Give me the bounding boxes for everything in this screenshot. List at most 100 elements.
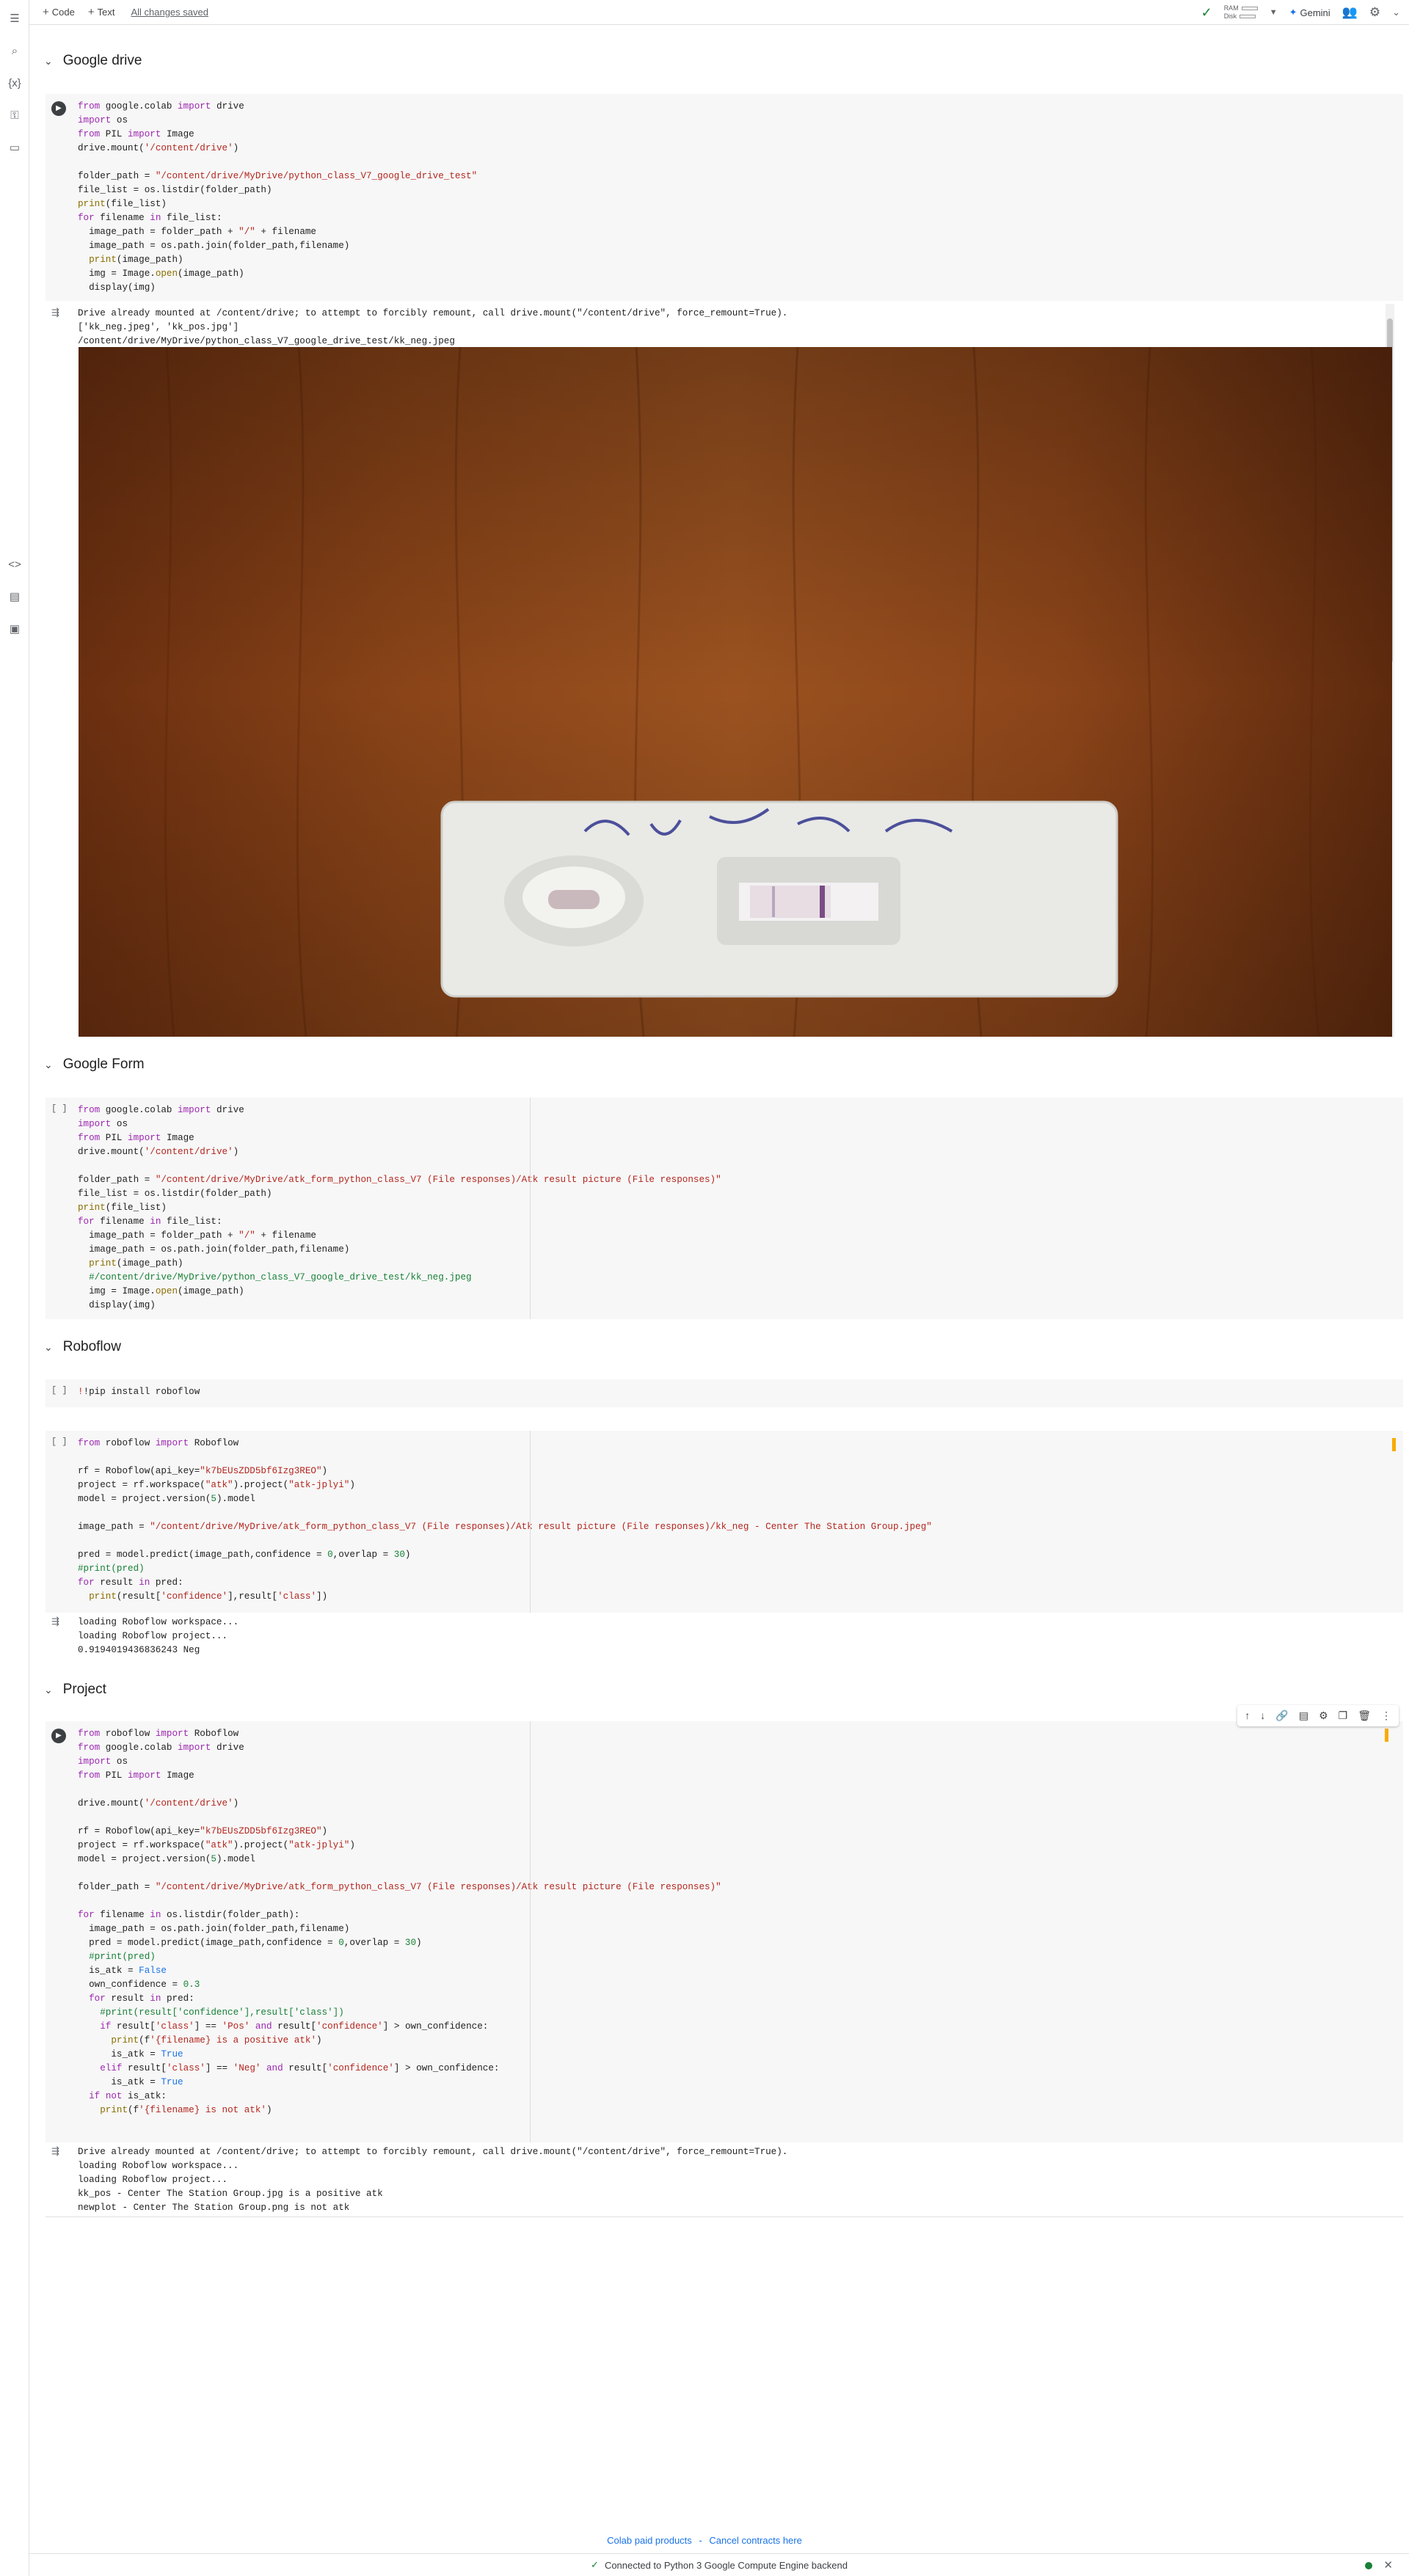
- code-line: #print(pred): [78, 1952, 156, 1962]
- code-line: print(image_path): [89, 1258, 183, 1269]
- code-line: display(img): [78, 282, 156, 293]
- code-line: image_path = folder_path + "/" + filenam…: [78, 227, 316, 237]
- runtime-dropdown-icon[interactable]: ▼: [1270, 8, 1278, 17]
- more-options-icon[interactable]: ⋮: [1381, 1710, 1391, 1722]
- folder-icon[interactable]: ▭: [7, 141, 22, 156]
- code-line: newplot - Center The Station Group.png i…: [78, 2203, 350, 2213]
- output-text: Drive already mounted at /content/drive;…: [78, 2145, 787, 2215]
- output-text: loading Roboflow workspace... loading Rob…: [78, 1616, 239, 1657]
- code-line: if result['class'] == 'Pos' and result['…: [100, 2021, 489, 2032]
- code-editor[interactable]: from google.colab import drive import os f…: [78, 100, 477, 295]
- resource-monitor[interactable]: RAM Disk: [1224, 4, 1258, 21]
- code-line: is_atk = True: [78, 2049, 183, 2059]
- code-editor[interactable]: from google.colab import drive import os f…: [78, 1103, 721, 1313]
- code-line: #print(pred): [78, 1564, 145, 1574]
- link-icon[interactable]: 🔗: [1275, 1710, 1288, 1722]
- code-line: #print(result['confidence'],result['clas…: [78, 2007, 344, 2018]
- code-line: drive.mount('/content/drive'): [78, 143, 239, 153]
- code-line: for filename in file_list:: [78, 1216, 222, 1227]
- close-icon[interactable]: ✕: [1383, 2558, 1393, 2572]
- comment-icon[interactable]: ▤: [1299, 1710, 1308, 1722]
- move-up-icon[interactable]: ↑: [1245, 1710, 1250, 1722]
- save-status[interactable]: All changes saved: [131, 7, 208, 18]
- paid-products-link[interactable]: Colab paid products: [607, 2535, 692, 2546]
- code-line: model = project.version(5).model: [78, 1854, 255, 1864]
- code-line: for filename in os.listdir(folder_path):: [78, 1910, 300, 1920]
- output-actions-icon[interactable]: ⇶: [51, 307, 59, 318]
- terminal-icon[interactable]: ▣: [7, 622, 22, 637]
- gemini-button[interactable]: ✦ Gemini: [1289, 7, 1330, 18]
- left-rail: ☰ ⌕ {x} ⚿ ▭ <> ▤ ▣: [0, 0, 29, 2576]
- cancel-contracts-link[interactable]: Cancel contracts here: [709, 2535, 801, 2546]
- section-google-form[interactable]: ⌄ Google Form: [44, 1057, 145, 1073]
- cell-settings-gear-icon[interactable]: ⚙: [1319, 1710, 1328, 1722]
- code-cell-pip[interactable]: [ ] !!pip install roboflow: [45, 1379, 1403, 1407]
- table-of-contents-icon[interactable]: ☰: [7, 12, 22, 26]
- mirror-cell-icon[interactable]: ❐: [1339, 1710, 1348, 1722]
- code-cell-form[interactable]: [ ] from google.colab import drive import…: [45, 1098, 1403, 1319]
- chevron-down-icon[interactable]: ⌄: [44, 55, 53, 67]
- run-cell-button[interactable]: [ ]: [51, 1385, 68, 1395]
- code-line: import os: [78, 1756, 128, 1767]
- run-cell-button[interactable]: [ ]: [51, 1103, 68, 1114]
- code-line: ['kk_neg.jpeg', 'kk_pos.jpg']: [78, 322, 239, 332]
- run-cell-button[interactable]: ▶: [51, 1729, 66, 1743]
- code-editor[interactable]: from roboflow import Roboflow from google…: [78, 1727, 721, 2117]
- code-editor[interactable]: !!pip install roboflow: [78, 1385, 200, 1399]
- output-roboflow: ⇶ loading Roboflow workspace... loading R…: [45, 1613, 1403, 1661]
- output-actions-icon[interactable]: ⇶: [51, 2145, 59, 2157]
- move-down-icon[interactable]: ↓: [1260, 1710, 1265, 1722]
- code-cell-drive[interactable]: ▶ from google.colab import drive import o…: [45, 94, 1403, 301]
- share-people-icon[interactable]: 👥: [1342, 5, 1358, 20]
- code-cell-roboflow[interactable]: [ ] from roboflow import Roboflow rf = R…: [45, 1431, 1403, 1613]
- status-bar: ✓ Connected to Python 3 Google Compute E…: [29, 2553, 1409, 2576]
- code-line: model = project.version(5).model: [78, 1494, 255, 1504]
- output-actions-icon[interactable]: ⇶: [51, 1616, 59, 1627]
- sparkle-icon: ✦: [1289, 7, 1297, 18]
- notebook-toolbar: + Code + Text All changes saved ✓ RAM Disk…: [29, 0, 1409, 25]
- code-line: Drive already mounted at /content/drive;…: [78, 308, 788, 318]
- run-cell-button[interactable]: ▶: [51, 101, 66, 116]
- section-roboflow[interactable]: ⌄ Roboflow: [44, 1339, 121, 1355]
- code-line: print(f'{filename} is a positive atk'): [111, 2035, 322, 2046]
- search-icon[interactable]: ⌕: [7, 44, 22, 59]
- code-line: Drive already mounted at /content/drive;…: [78, 2147, 788, 2157]
- code-line: is_atk = False: [78, 1966, 167, 1976]
- chevron-down-icon[interactable]: ⌄: [44, 1341, 53, 1354]
- code-editor[interactable]: from roboflow import Roboflow rf = Robof…: [78, 1437, 932, 1604]
- chevron-down-icon[interactable]: ⌄: [44, 1684, 53, 1696]
- chevron-down-icon[interactable]: ⌄: [44, 1059, 53, 1071]
- code-line: is_atk = True: [78, 2077, 183, 2087]
- code-line: project = rf.workspace("atk").project("a…: [78, 1480, 355, 1490]
- code-line: file_list = os.listdir(folder_path): [78, 185, 272, 195]
- secrets-key-icon[interactable]: ⚿: [7, 109, 22, 123]
- code-line: project = rf.workspace("atk").project("a…: [78, 1840, 355, 1850]
- command-palette-icon[interactable]: ▤: [7, 590, 22, 605]
- code-cell-project[interactable]: ▶ from roboflow import Roboflow from goog…: [45, 1721, 1403, 2142]
- collapse-chevron-icon[interactable]: ⌄: [1392, 7, 1400, 18]
- plus-icon: +: [43, 6, 49, 18]
- run-cell-button[interactable]: [ ]: [51, 1437, 68, 1447]
- code-line: image_path = os.path.join(folder_path,fi…: [78, 1244, 350, 1255]
- variables-icon[interactable]: {x}: [7, 76, 22, 91]
- code-line: from roboflow import Roboflow: [78, 1438, 239, 1448]
- output-text: Drive already mounted at /content/drive;…: [78, 307, 787, 349]
- add-text-button[interactable]: + Text: [88, 6, 115, 18]
- code-snippets-icon[interactable]: <>: [7, 558, 22, 572]
- add-code-button[interactable]: + Code: [43, 6, 75, 18]
- delete-icon[interactable]: 🗑: [1358, 1710, 1371, 1722]
- settings-gear-icon[interactable]: ⚙: [1369, 5, 1380, 20]
- section-project[interactable]: ⌄ Project: [44, 1682, 106, 1698]
- code-line: for result in pred:: [78, 1577, 183, 1588]
- code-line: from roboflow import Roboflow: [78, 1729, 239, 1739]
- code-line: for result in pred:: [89, 1993, 194, 2004]
- code-line: print(image_path): [89, 255, 183, 265]
- code-line: file_list = os.listdir(folder_path): [78, 1189, 272, 1199]
- section-google-drive[interactable]: ⌄ Google drive: [44, 53, 142, 69]
- footer-links: Colab paid products - Cancel contracts h…: [607, 2535, 802, 2546]
- code-line: image_path = os.path.join(folder_path,fi…: [78, 241, 350, 251]
